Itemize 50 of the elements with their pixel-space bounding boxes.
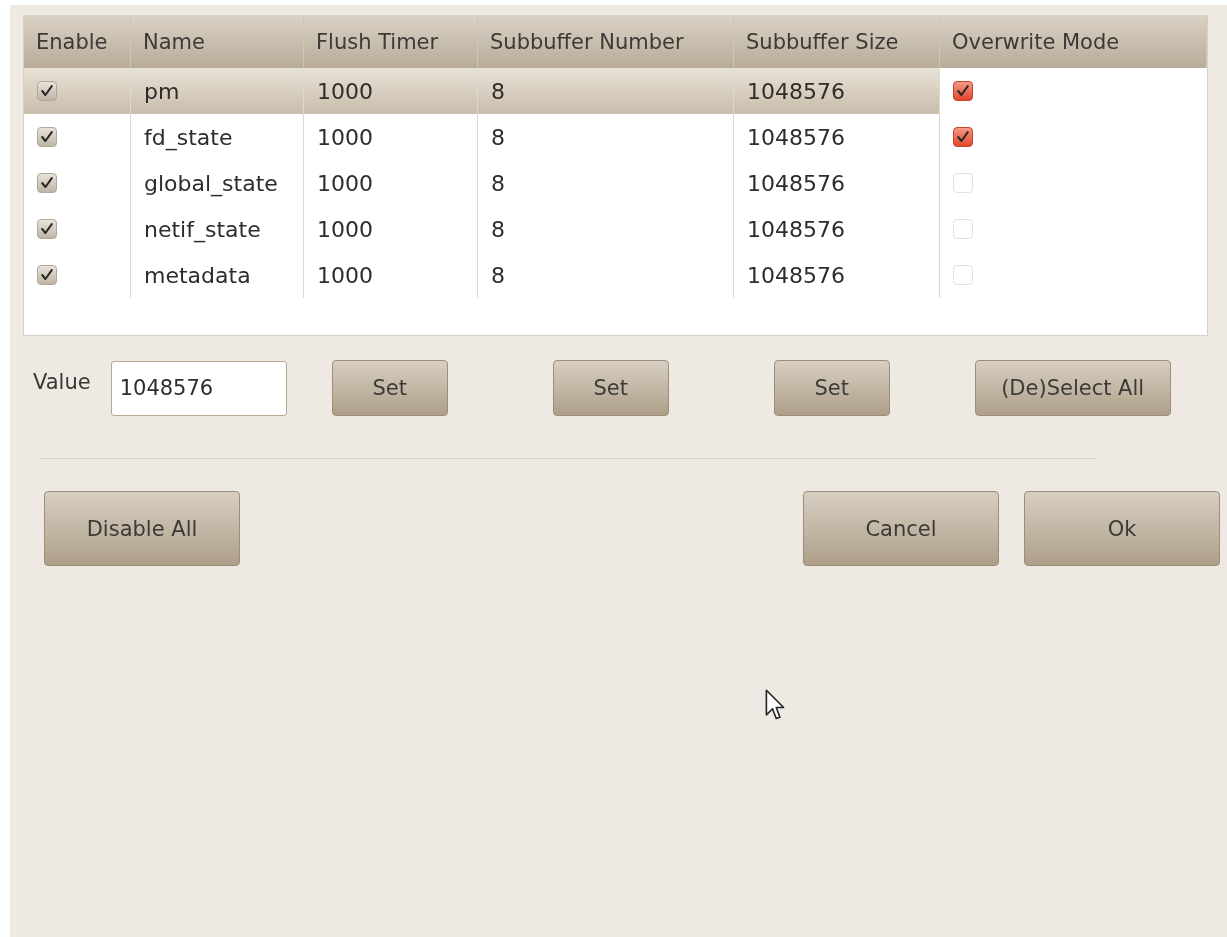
mouse-pointer-icon (764, 689, 786, 721)
set-button[interactable]: Set (773, 360, 890, 416)
value-field[interactable]: 1048576 (110, 360, 287, 416)
checkbox[interactable] (37, 173, 57, 193)
set-button[interactable]: Set (552, 360, 669, 416)
check-icon (39, 83, 55, 99)
check-icon (955, 129, 971, 145)
column-header[interactable]: Enable (24, 16, 131, 68)
set-button[interactable]: Set (331, 360, 448, 416)
table-cell: 1048576 (734, 114, 940, 160)
table-cell: metadata (131, 252, 304, 298)
table-cell: 1048576 (734, 252, 940, 298)
table-cell: 1048576 (734, 68, 940, 114)
table-cell: 8 (478, 252, 734, 298)
table-cell: 1048576 (734, 206, 940, 252)
check-icon (39, 175, 55, 191)
table-cell: fd_state (131, 114, 304, 160)
column-header[interactable]: Subbuffer Size (734, 16, 940, 68)
checkbox[interactable] (37, 219, 57, 239)
value-label: Value (33, 370, 91, 394)
checkbox[interactable] (953, 127, 973, 147)
table-cell: 8 (478, 160, 734, 206)
checkbox[interactable] (37, 127, 57, 147)
table-cell: netif_state (131, 206, 304, 252)
check-icon (39, 267, 55, 283)
table-cell: 8 (478, 206, 734, 252)
select-all-button[interactable]: (De)Select All (974, 360, 1171, 416)
column-header[interactable]: Name (131, 16, 304, 68)
column-header[interactable]: Subbuffer Number (478, 16, 734, 68)
table-cell: global_state (131, 160, 304, 206)
table-cell: 1000 (304, 68, 478, 114)
checkbox[interactable] (953, 81, 973, 101)
check-icon (39, 129, 55, 145)
table-cell: 1000 (304, 114, 478, 160)
checkbox[interactable] (37, 81, 57, 101)
check-icon (955, 83, 971, 99)
column-header[interactable]: Flush Timer (304, 16, 478, 68)
check-icon (39, 221, 55, 237)
column-header[interactable]: Overwrite Mode (940, 16, 1207, 68)
disable-all-button[interactable]: Disable All (44, 491, 240, 566)
table-cell: 1000 (304, 206, 478, 252)
table-cell: 8 (478, 68, 734, 114)
checkbox[interactable] (37, 265, 57, 285)
ok-button[interactable]: Ok (1024, 491, 1220, 566)
cancel-button[interactable]: Cancel (803, 491, 999, 566)
table-cell: 1000 (304, 160, 478, 206)
table-cell: 1000 (304, 252, 478, 298)
table-cell: 8 (478, 114, 734, 160)
table-cell: pm (131, 68, 304, 114)
table-cell: 1048576 (734, 160, 940, 206)
